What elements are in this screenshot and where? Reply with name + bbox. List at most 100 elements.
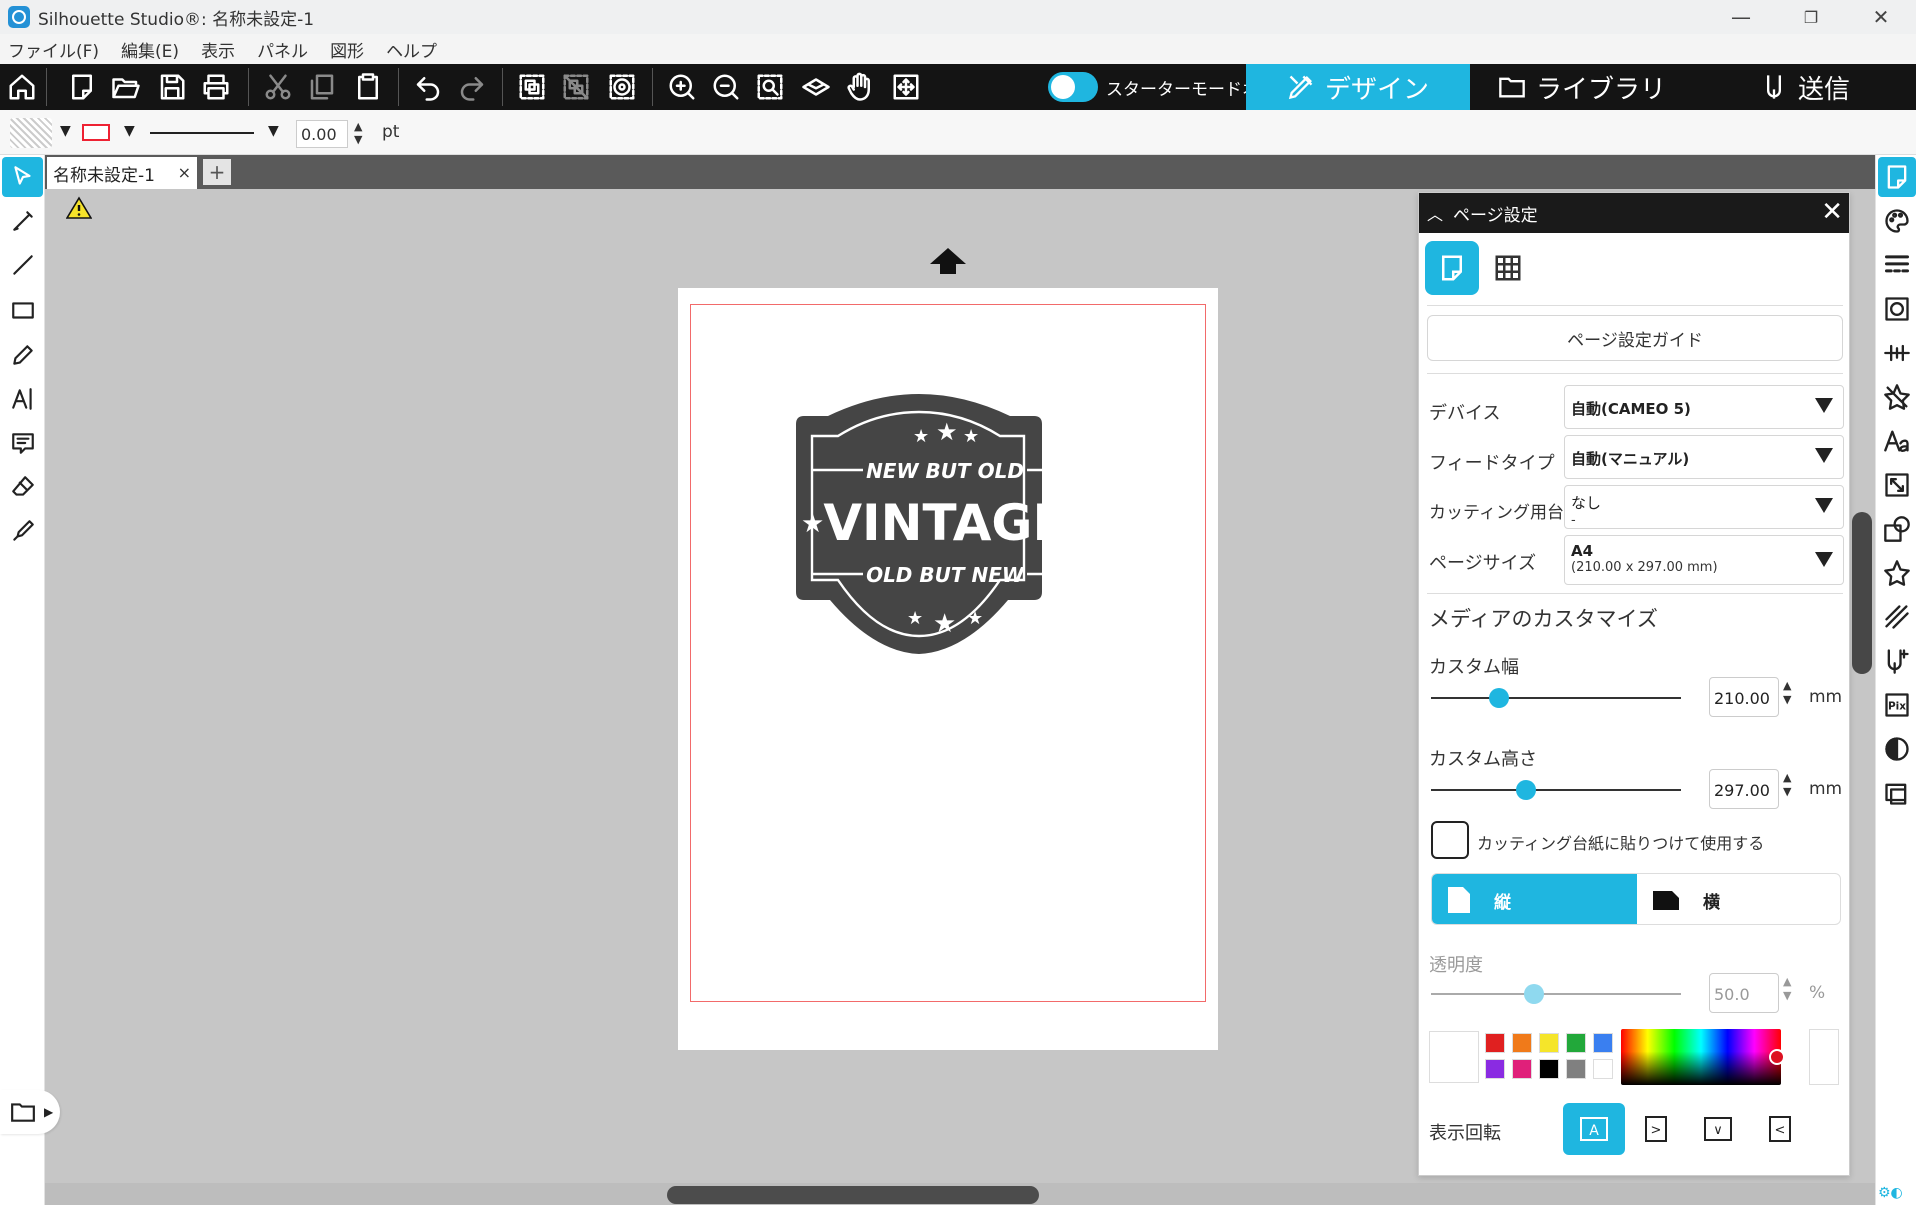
pixscan-panel-button[interactable]: Pix — [1878, 685, 1916, 725]
current-color-swatch[interactable] — [1429, 1031, 1479, 1083]
print-cut-panel-button[interactable] — [1878, 773, 1916, 813]
color-swatch-green[interactable] — [1566, 1033, 1586, 1053]
home-button[interactable] — [4, 70, 40, 104]
rectangle-tool[interactable] — [2, 291, 43, 331]
zoom-out-button[interactable] — [708, 70, 744, 104]
portrait-button[interactable]: 縦 — [1432, 874, 1637, 924]
custom-width-slider-knob[interactable] — [1488, 688, 1509, 708]
spin-up-icon[interactable]: ▲ — [1783, 975, 1791, 988]
text-tool[interactable] — [2, 379, 43, 419]
color-spectrum[interactable] — [1621, 1029, 1781, 1085]
color-slider-swatch[interactable] — [1809, 1029, 1839, 1085]
fill-pattern-panel-button[interactable] — [1878, 289, 1916, 329]
settings-gear-icon[interactable]: ⚙◐ — [1878, 1185, 1903, 1201]
tab-grid-settings[interactable] — [1481, 241, 1535, 295]
fill-dropdown-arrow[interactable]: ▼ — [60, 123, 71, 139]
device-select[interactable]: 自動(CAMEO 5) — [1564, 385, 1844, 429]
feed-type-select[interactable]: 自動(マニュアル) — [1564, 435, 1844, 479]
align-panel-button[interactable] — [1878, 333, 1916, 373]
page-settings-panel-button[interactable] — [1878, 157, 1916, 197]
color-swatch-pink[interactable] — [1512, 1059, 1532, 1079]
toggle-switch[interactable] — [1048, 72, 1098, 102]
rotation-90-button[interactable]: > — [1625, 1103, 1687, 1155]
line-color-swatch[interactable] — [82, 124, 110, 141]
tab-page-settings[interactable] — [1425, 241, 1479, 295]
line-color-dropdown-arrow[interactable]: ▼ — [124, 123, 135, 139]
tab-library[interactable]: ライブラリ — [1470, 64, 1694, 110]
transparency-slider[interactable] — [1431, 993, 1681, 995]
library-drawer-toggle[interactable]: ▶ — [0, 1090, 60, 1134]
point-edit-tool[interactable] — [2, 201, 43, 241]
ungroup-button[interactable] — [558, 70, 594, 104]
tab-send[interactable]: 送信 — [1694, 64, 1916, 110]
starter-mode-toggle[interactable]: スターターモードオフ — [1048, 70, 1276, 104]
custom-width-slider[interactable] — [1431, 697, 1681, 699]
page-size-select[interactable]: A4 (210.00 x 297.00 mm) — [1564, 535, 1844, 585]
offset-panel-button[interactable] — [1878, 553, 1916, 593]
cutting-mat-select[interactable]: なし - — [1564, 485, 1844, 529]
custom-height-slider[interactable] — [1431, 789, 1681, 791]
print-button[interactable] — [198, 70, 234, 104]
spin-down-icon[interactable]: ▼ — [1783, 785, 1791, 798]
panel-header[interactable]: ︿ ページ設定 ✕ — [1419, 193, 1849, 233]
move-view-button[interactable] — [888, 70, 924, 104]
maximize-button[interactable]: ❐ — [1776, 0, 1846, 34]
landscape-button[interactable]: 横 — [1637, 874, 1840, 924]
panel-scrollbar-thumb[interactable] — [1852, 512, 1872, 674]
knife-tool[interactable] — [2, 511, 43, 551]
color-swatch-gray[interactable] — [1566, 1059, 1586, 1079]
menu-edit[interactable]: 編集(E) — [121, 37, 179, 62]
color-swatch-yellow[interactable] — [1539, 1033, 1559, 1053]
add-tab-button[interactable]: + — [203, 159, 231, 185]
trace-panel-button[interactable] — [1878, 729, 1916, 769]
custom-height-input[interactable]: 297.00 — [1709, 769, 1779, 809]
transparency-input[interactable]: 50.0 — [1709, 973, 1779, 1013]
line-tool[interactable] — [2, 245, 43, 285]
page-setup-guide-button[interactable]: ページ設定ガイド — [1427, 315, 1843, 361]
menu-panel[interactable]: パネル — [257, 37, 308, 62]
spin-up-icon[interactable]: ▲ — [354, 120, 362, 133]
line-width-spinner[interactable]: ▲ ▼ — [354, 120, 362, 146]
zoom-selection-button[interactable] — [752, 70, 788, 104]
spin-down-icon[interactable]: ▼ — [1783, 693, 1791, 706]
custom-width-spinner[interactable]: ▲ ▼ — [1783, 679, 1791, 707]
eraser-tool[interactable] — [2, 467, 43, 507]
open-button[interactable] — [108, 70, 144, 104]
send-panel-button[interactable] — [1878, 641, 1916, 681]
custom-width-input[interactable]: 210.00 — [1709, 677, 1779, 717]
spin-up-icon[interactable]: ▲ — [1783, 679, 1791, 692]
fill-pattern-swatch[interactable] — [10, 118, 52, 148]
transform-panel-button[interactable] — [1878, 465, 1916, 505]
note-tool[interactable] — [2, 423, 43, 463]
close-window-button[interactable]: ✕ — [1846, 0, 1916, 34]
undo-button[interactable] — [410, 70, 446, 104]
new-document-button[interactable] — [64, 70, 100, 104]
spin-down-icon[interactable]: ▼ — [1783, 989, 1791, 1002]
color-swatch-blue[interactable] — [1593, 1033, 1613, 1053]
menu-help[interactable]: ヘルプ — [386, 37, 437, 62]
warning-icon[interactable] — [66, 196, 92, 220]
color-swatch-purple[interactable] — [1485, 1059, 1505, 1079]
menu-file[interactable]: ファイル(F) — [8, 37, 99, 62]
custom-height-spinner[interactable]: ▲ ▼ — [1783, 771, 1791, 799]
menu-shape[interactable]: 図形 — [330, 37, 364, 62]
redo-button[interactable] — [454, 70, 490, 104]
fill-panel-button[interactable] — [1878, 201, 1916, 241]
draw-tool[interactable] — [2, 335, 43, 375]
rotation-180-button[interactable]: ∨ — [1687, 1103, 1749, 1155]
horizontal-scrollbar-thumb[interactable] — [667, 1186, 1039, 1204]
line-style-dropdown-arrow[interactable]: ▼ — [268, 123, 279, 139]
tab-design[interactable]: デザイン — [1246, 64, 1470, 110]
transparency-slider-knob[interactable] — [1523, 984, 1544, 1004]
collapse-caret-icon[interactable]: ︿ — [1427, 201, 1443, 225]
spin-up-icon[interactable]: ▲ — [1783, 771, 1791, 784]
line-width-input[interactable]: 0.00 — [296, 120, 348, 148]
compound-path-button[interactable] — [604, 70, 640, 104]
custom-height-slider-knob[interactable] — [1516, 780, 1536, 800]
stick-to-mat-checkbox[interactable] — [1431, 821, 1469, 859]
select-tool[interactable] — [2, 157, 43, 197]
paste-button[interactable] — [350, 70, 386, 104]
copy-button[interactable] — [304, 70, 340, 104]
save-button[interactable] — [154, 70, 190, 104]
color-spectrum-knob[interactable] — [1769, 1049, 1785, 1065]
